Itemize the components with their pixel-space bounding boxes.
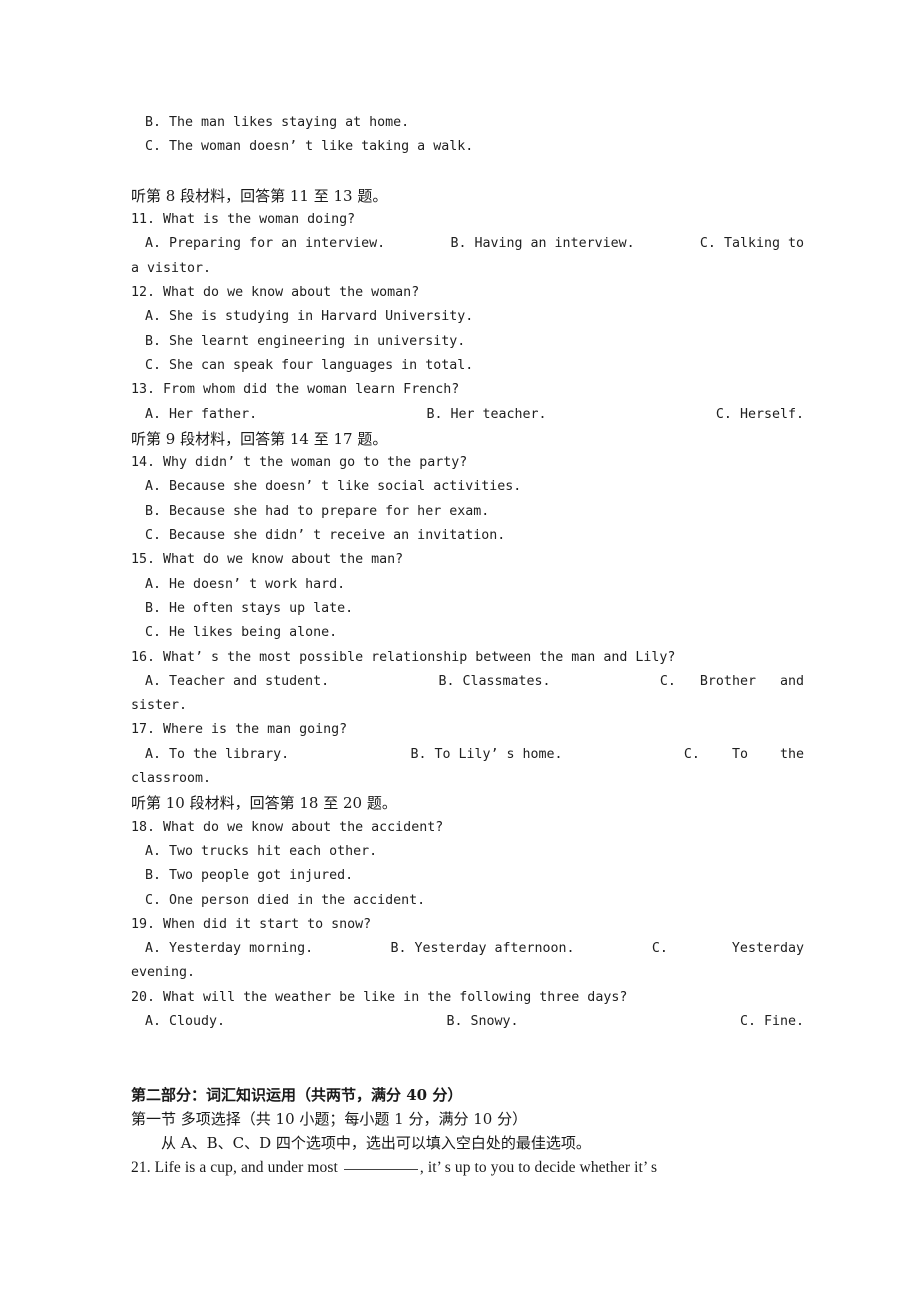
option-b: B. Snowy. [446,1013,519,1029]
question-stem: 14. Why didn’ t the woman go to the part… [131,455,468,471]
option-line: C. Because she didn’ t receive an invita… [145,528,506,544]
option-line: B. She learnt engineering in university. [145,333,466,349]
question-stem: 17. Where is the man going? [131,722,348,738]
document-page: B. The man likes staying at home. C. The… [0,0,920,1302]
option-wrap: sister. [131,698,188,714]
option-a: A. Cloudy. [145,1013,226,1029]
section-one-heading: 第一节 多项选择（共 10 小题；每小题 1 分，满分 10 分） [131,1110,528,1129]
option-row: A. Teacher and student. B. Classmates. C… [131,670,804,694]
option-c: C. Brother and [659,673,804,689]
question-stem: 13. From whom did the woman learn French… [131,382,460,398]
page-content: B. The man likes staying at home. C. The… [131,111,804,1180]
blank-spacer [131,160,790,184]
question-21-before-blank: 21. Life is a cup, and under most [131,1158,342,1176]
option-b: B. Classmates. [438,673,551,689]
option-wrap: classroom. [131,771,212,787]
option-row: A. Yesterday morning. B. Yesterday after… [131,937,804,961]
option-row: A. Cloudy. B. Snowy. C. Fine. [131,1010,804,1034]
option-a: A. To the library. [145,746,290,762]
option-line: C. The woman doesn’ t like taking a walk… [145,139,474,155]
question-21-after-blank: , it’ s up to you to decide whether it’ … [419,1158,658,1176]
option-line: C. She can speak four languages in total… [145,357,474,373]
option-c: C. Fine. [739,1013,804,1029]
option-line: B. The man likes staying at home. [145,115,410,130]
option-row: A. Her father. B. Her teacher. C. Hersel… [131,403,804,427]
option-c: C. Yesterday [651,941,804,957]
option-line: C. He likes being alone. [145,625,338,641]
option-line: A. She is studying in Harvard University… [145,309,474,325]
fill-in-blank[interactable] [343,1168,418,1170]
blank-spacer [131,1059,790,1083]
option-line: B. Two people got injured. [145,868,354,884]
option-b: B. Having an interview. [450,236,635,252]
question-stem: 19. When did it start to snow? [131,916,372,932]
option-b: B. Yesterday afternoon. [390,941,575,957]
option-line: A. Two trucks hit each other. [145,843,378,859]
option-line: A. He doesn’ t work hard. [145,576,346,592]
question-stem: 12. What do we know about the woman? [131,285,420,301]
option-line: A. Because she doesn’ t like social acti… [145,479,522,495]
listening-section-heading: 听第 8 段材料，回答第 11 至 13 题。 [131,186,388,205]
option-row: A. Preparing for an interview. B. Having… [131,232,804,256]
option-line: C. One person died in the accident. [145,892,426,908]
option-a: A. Preparing for an interview. [145,236,386,252]
option-a: A. Teacher and student. [145,673,330,689]
question-stem: 11. What is the woman doing? [131,212,356,228]
option-line: B. Because she had to prepare for her ex… [145,503,490,519]
option-c: C. Herself. [715,406,804,422]
option-a: A. Her father. [145,406,258,422]
section-one-instruction: 从 A、B、C、D 四个选项中，选出可以填入空白处的最佳选项。 [161,1134,591,1153]
option-wrap: a visitor. [131,260,212,276]
option-row: A. To the library. B. To Lily’ s home. C… [131,743,804,767]
listening-section-heading: 听第 9 段材料，回答第 14 至 17 题。 [131,429,388,448]
option-line: B. He often stays up late. [145,600,354,616]
listening-section-heading: 听第 10 段材料，回答第 18 至 20 题。 [131,794,397,813]
option-a: A. Yesterday morning. [145,941,314,957]
question-stem: 20. What will the weather be like in the… [131,989,628,1005]
option-c: C. To the [683,746,804,762]
option-b: B. Her teacher. [426,406,547,422]
question-21: 21. Life is a cup, and under most , it’ … [131,1156,790,1180]
question-stem: 18. What do we know about the accident? [131,819,444,835]
option-b: B. To Lily’ s home. [410,746,563,762]
option-wrap: evening. [131,965,196,981]
blank-spacer [131,1034,790,1058]
question-stem: 16. What’ s the most possible relationsh… [131,649,676,665]
part-two-title: 第二部分：词汇知识运用（共两节，满分 40 分） [131,1085,463,1104]
option-c: C. Talking to [699,236,804,252]
question-stem: 15. What do we know about the man? [131,552,404,568]
